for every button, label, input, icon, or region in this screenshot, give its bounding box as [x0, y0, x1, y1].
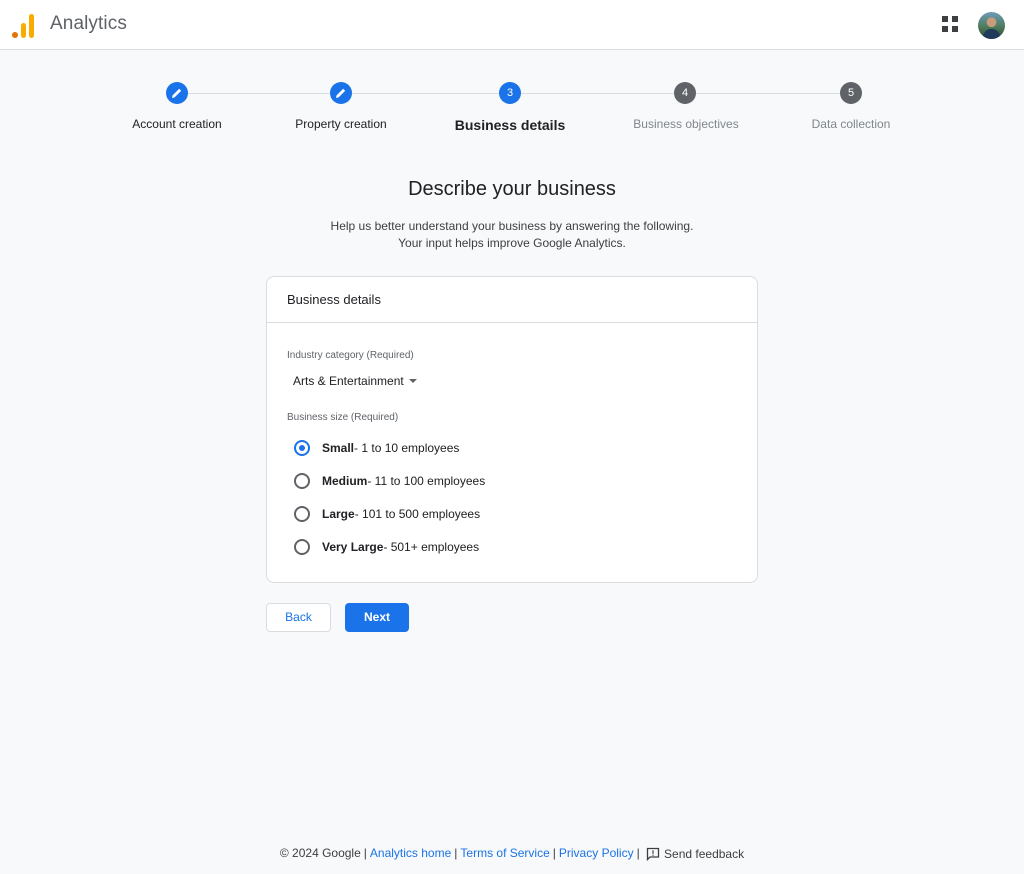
business-size-label: Business size (Required) [287, 412, 399, 423]
step-label-business-details: Business details [454, 117, 566, 133]
option-description: - 501+ employees [383, 540, 480, 554]
step-3-number: 3 [499, 82, 521, 104]
app-bar: Analytics [0, 0, 1024, 50]
radio-button[interactable] [294, 473, 310, 489]
apps-grid-icon[interactable] [942, 16, 960, 34]
step-label-account-creation: Account creation [132, 117, 222, 131]
card-title: Business details [267, 277, 757, 323]
privacy-policy-link[interactable]: Privacy Policy [559, 846, 634, 860]
business-size-option-medium[interactable]: Medium - 11 to 100 employees [294, 473, 485, 489]
step-connector [352, 93, 499, 94]
industry-category-value: Arts & Entertainment [293, 374, 404, 388]
feedback-icon [646, 847, 660, 861]
subtitle-line-2: Your input helps improve Google Analytic… [398, 236, 626, 250]
send-feedback-button[interactable]: Send feedback [646, 847, 744, 861]
step-4-number: 4 [674, 82, 696, 104]
footer: © 2024 Google | Analytics home | Terms of Se… [279, 846, 745, 861]
step-connector [696, 93, 840, 94]
radio-button[interactable] [294, 539, 310, 555]
option-name: Large [322, 507, 355, 521]
analytics-logo-icon[interactable] [12, 12, 36, 38]
radio-button-selected[interactable] [294, 440, 310, 456]
step-label-property-creation: Property creation [295, 117, 387, 131]
step-1-pencil-icon [166, 82, 188, 104]
copyright-text: © 2024 Google [279, 846, 361, 860]
page-subtitle: Help us better understand your business … [0, 218, 1024, 252]
step-connector [188, 93, 330, 94]
option-name: Small [322, 441, 355, 455]
app-title[interactable]: Analytics [50, 13, 127, 35]
subtitle-line-1: Help us better understand your business … [330, 219, 694, 233]
user-avatar[interactable] [978, 12, 1005, 39]
dropdown-arrow-icon [408, 379, 417, 383]
option-description: - 101 to 500 employees [354, 507, 481, 521]
industry-category-dropdown[interactable]: Arts & Entertainment [293, 374, 417, 388]
step-label-data-collection: Data collection [811, 117, 891, 131]
step-label-business-objectives: Business objectives [633, 117, 739, 131]
industry-category-label: Industry category (Required) [287, 350, 414, 361]
business-size-option-large[interactable]: Large - 101 to 500 employees [294, 506, 480, 522]
option-description: - 1 to 10 employees [354, 441, 460, 455]
option-name: Very Large [322, 540, 384, 554]
send-feedback-label: Send feedback [664, 846, 745, 861]
page-title: Describe your business [408, 178, 616, 200]
terms-of-service-link[interactable]: Terms of Service [460, 846, 549, 860]
business-size-option-small[interactable]: Small - 1 to 10 employees [294, 440, 459, 456]
business-size-option-very-large[interactable]: Very Large - 501+ employees [294, 539, 479, 555]
step-5-number: 5 [840, 82, 862, 104]
back-button[interactable]: Back [266, 603, 331, 632]
step-connector [521, 93, 674, 94]
next-button[interactable]: Next [345, 603, 409, 632]
option-name: Medium [322, 474, 368, 488]
radio-button[interactable] [294, 506, 310, 522]
option-description: - 11 to 100 employees [367, 474, 486, 488]
analytics-home-link[interactable]: Analytics home [370, 846, 451, 860]
business-details-card: Business details Industry category (Requ… [266, 276, 758, 583]
step-2-pencil-icon [330, 82, 352, 104]
